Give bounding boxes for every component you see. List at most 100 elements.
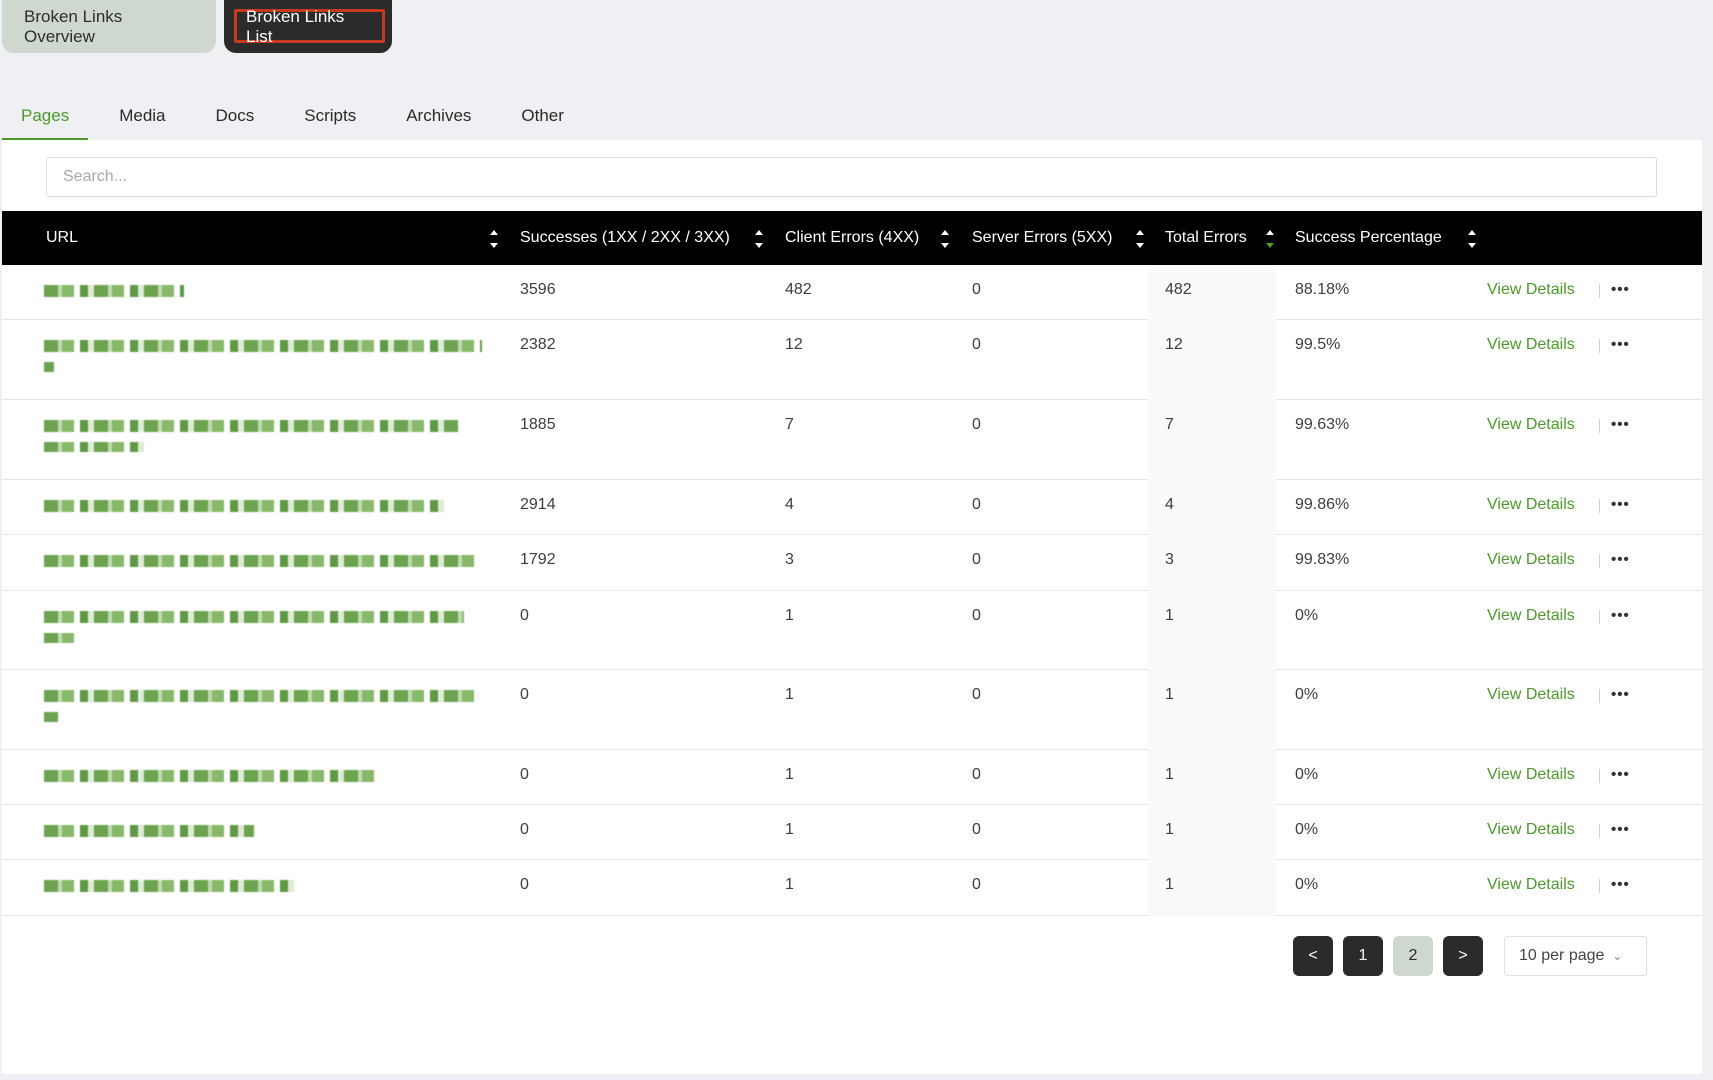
sort-server-errors-icon[interactable] xyxy=(1135,228,1145,250)
success-percentage-cell: 0% xyxy=(1295,766,1319,783)
view-details-link[interactable]: View Details xyxy=(1487,416,1575,434)
action-divider xyxy=(1599,339,1600,353)
header-client-errors: Client Errors (4XX) xyxy=(785,229,920,246)
table-row: 1885 7 0 7 99.63% View Details ••• xyxy=(2,400,1702,480)
url-link[interactable] xyxy=(44,555,480,567)
header-success-percentage: Success Percentage xyxy=(1295,229,1442,246)
successes-cell: 3596 xyxy=(520,281,556,298)
table-row: 0 1 0 1 0% View Details ••• xyxy=(2,591,1702,670)
action-divider xyxy=(1599,824,1600,838)
header-server-errors: Server Errors (5XX) xyxy=(972,229,1113,246)
server-errors-cell: 0 xyxy=(972,496,981,513)
more-options-icon[interactable]: ••• xyxy=(1611,336,1630,353)
view-details-link[interactable]: View Details xyxy=(1487,686,1575,704)
url-link[interactable] xyxy=(44,633,74,643)
total-errors-cell: 1 xyxy=(1165,686,1174,703)
sort-successes-icon[interactable] xyxy=(754,228,764,250)
url-link[interactable] xyxy=(44,825,254,837)
header-url: URL xyxy=(46,229,79,246)
server-errors-cell: 0 xyxy=(972,766,981,783)
server-errors-cell: 0 xyxy=(972,876,981,893)
client-errors-cell: 12 xyxy=(785,336,803,353)
view-details-link[interactable]: View Details xyxy=(1487,876,1575,894)
server-errors-cell: 0 xyxy=(972,821,981,838)
total-errors-column-bg xyxy=(1148,591,1276,670)
page-2-button[interactable]: 2 xyxy=(1393,936,1433,976)
success-percentage-cell: 99.63% xyxy=(1295,416,1350,433)
sort-total-errors-icon[interactable] xyxy=(1265,228,1275,250)
sort-url-icon[interactable] xyxy=(489,228,499,250)
view-details-link[interactable]: View Details xyxy=(1487,496,1575,514)
url-link[interactable] xyxy=(44,340,482,352)
more-options-icon[interactable]: ••• xyxy=(1611,821,1630,838)
more-options-icon[interactable]: ••• xyxy=(1611,551,1630,568)
total-errors-cell: 4 xyxy=(1165,496,1174,513)
url-link[interactable] xyxy=(44,880,294,892)
action-divider xyxy=(1599,879,1600,893)
view-details-link[interactable]: View Details xyxy=(1487,766,1575,784)
more-options-icon[interactable]: ••• xyxy=(1611,281,1630,298)
category-tabs: Pages Media Docs Scripts Archives Other xyxy=(2,96,595,140)
url-link[interactable] xyxy=(44,611,464,623)
url-link[interactable] xyxy=(44,690,480,702)
tab-media[interactable]: Media xyxy=(100,96,184,140)
table-row: 1792 3 0 3 99.83% View Details ••• xyxy=(2,535,1702,591)
next-page-button[interactable]: > xyxy=(1443,936,1483,976)
more-options-icon[interactable]: ••• xyxy=(1611,766,1630,783)
success-percentage-cell: 0% xyxy=(1295,821,1319,838)
client-errors-cell: 3 xyxy=(785,551,794,568)
success-percentage-cell: 99.5% xyxy=(1295,336,1341,353)
url-link[interactable] xyxy=(44,420,458,432)
view-details-link[interactable]: View Details xyxy=(1487,281,1575,299)
more-options-icon[interactable]: ••• xyxy=(1611,496,1630,513)
sort-client-errors-icon[interactable] xyxy=(940,228,950,250)
tab-docs[interactable]: Docs xyxy=(197,96,274,140)
chevron-down-icon: ⌄ xyxy=(1612,949,1623,963)
total-errors-cell: 7 xyxy=(1165,416,1174,433)
tab-pages[interactable]: Pages xyxy=(2,96,89,140)
action-divider xyxy=(1599,554,1600,568)
client-errors-cell: 1 xyxy=(785,766,794,783)
url-link[interactable] xyxy=(44,285,184,297)
more-options-icon[interactable]: ••• xyxy=(1611,686,1630,703)
view-details-link[interactable]: View Details xyxy=(1487,821,1575,839)
tab-broken-links-overview[interactable]: Broken Links Overview xyxy=(2,0,216,53)
success-percentage-cell: 88.18% xyxy=(1295,281,1350,298)
search-input[interactable] xyxy=(46,157,1657,197)
view-details-link[interactable]: View Details xyxy=(1487,551,1575,569)
view-details-link[interactable]: View Details xyxy=(1487,607,1575,625)
tab-archives[interactable]: Archives xyxy=(387,96,490,140)
server-errors-cell: 0 xyxy=(972,336,981,353)
client-errors-cell: 482 xyxy=(785,281,812,298)
url-link[interactable] xyxy=(44,712,58,722)
success-percentage-cell: 99.83% xyxy=(1295,551,1350,568)
url-link[interactable] xyxy=(44,500,444,512)
more-options-icon[interactable]: ••• xyxy=(1611,876,1630,893)
table-row: 0 1 0 1 0% View Details ••• xyxy=(2,670,1702,750)
success-percentage-cell: 0% xyxy=(1295,607,1319,624)
client-errors-cell: 1 xyxy=(785,821,794,838)
per-page-select[interactable]: 10 per page ⌄ xyxy=(1504,936,1647,976)
view-details-link[interactable]: View Details xyxy=(1487,336,1575,354)
server-errors-cell: 0 xyxy=(972,551,981,568)
successes-cell: 0 xyxy=(520,766,529,783)
successes-cell: 1792 xyxy=(520,551,556,568)
more-options-icon[interactable]: ••• xyxy=(1611,416,1630,433)
url-link[interactable] xyxy=(44,442,144,452)
url-link[interactable] xyxy=(44,770,374,782)
more-options-icon[interactable]: ••• xyxy=(1611,607,1630,624)
prev-page-button[interactable]: < xyxy=(1293,936,1333,976)
tab-other[interactable]: Other xyxy=(502,96,583,140)
total-errors-column-bg xyxy=(1148,400,1276,480)
table-row: 0 1 0 1 0% View Details ••• xyxy=(2,860,1702,916)
sort-success-percentage-icon[interactable] xyxy=(1467,228,1477,250)
success-percentage-cell: 0% xyxy=(1295,876,1319,893)
url-link[interactable] xyxy=(44,362,54,372)
header-total-errors: Total Errors xyxy=(1165,229,1247,246)
successes-cell: 0 xyxy=(520,876,529,893)
tab-scripts[interactable]: Scripts xyxy=(285,96,375,140)
tab-broken-links-list[interactable]: Broken Links List xyxy=(224,0,392,53)
page-1-button[interactable]: 1 xyxy=(1343,936,1383,976)
action-divider xyxy=(1599,499,1600,513)
table-row: 2914 4 0 4 99.86% View Details ••• xyxy=(2,480,1702,535)
